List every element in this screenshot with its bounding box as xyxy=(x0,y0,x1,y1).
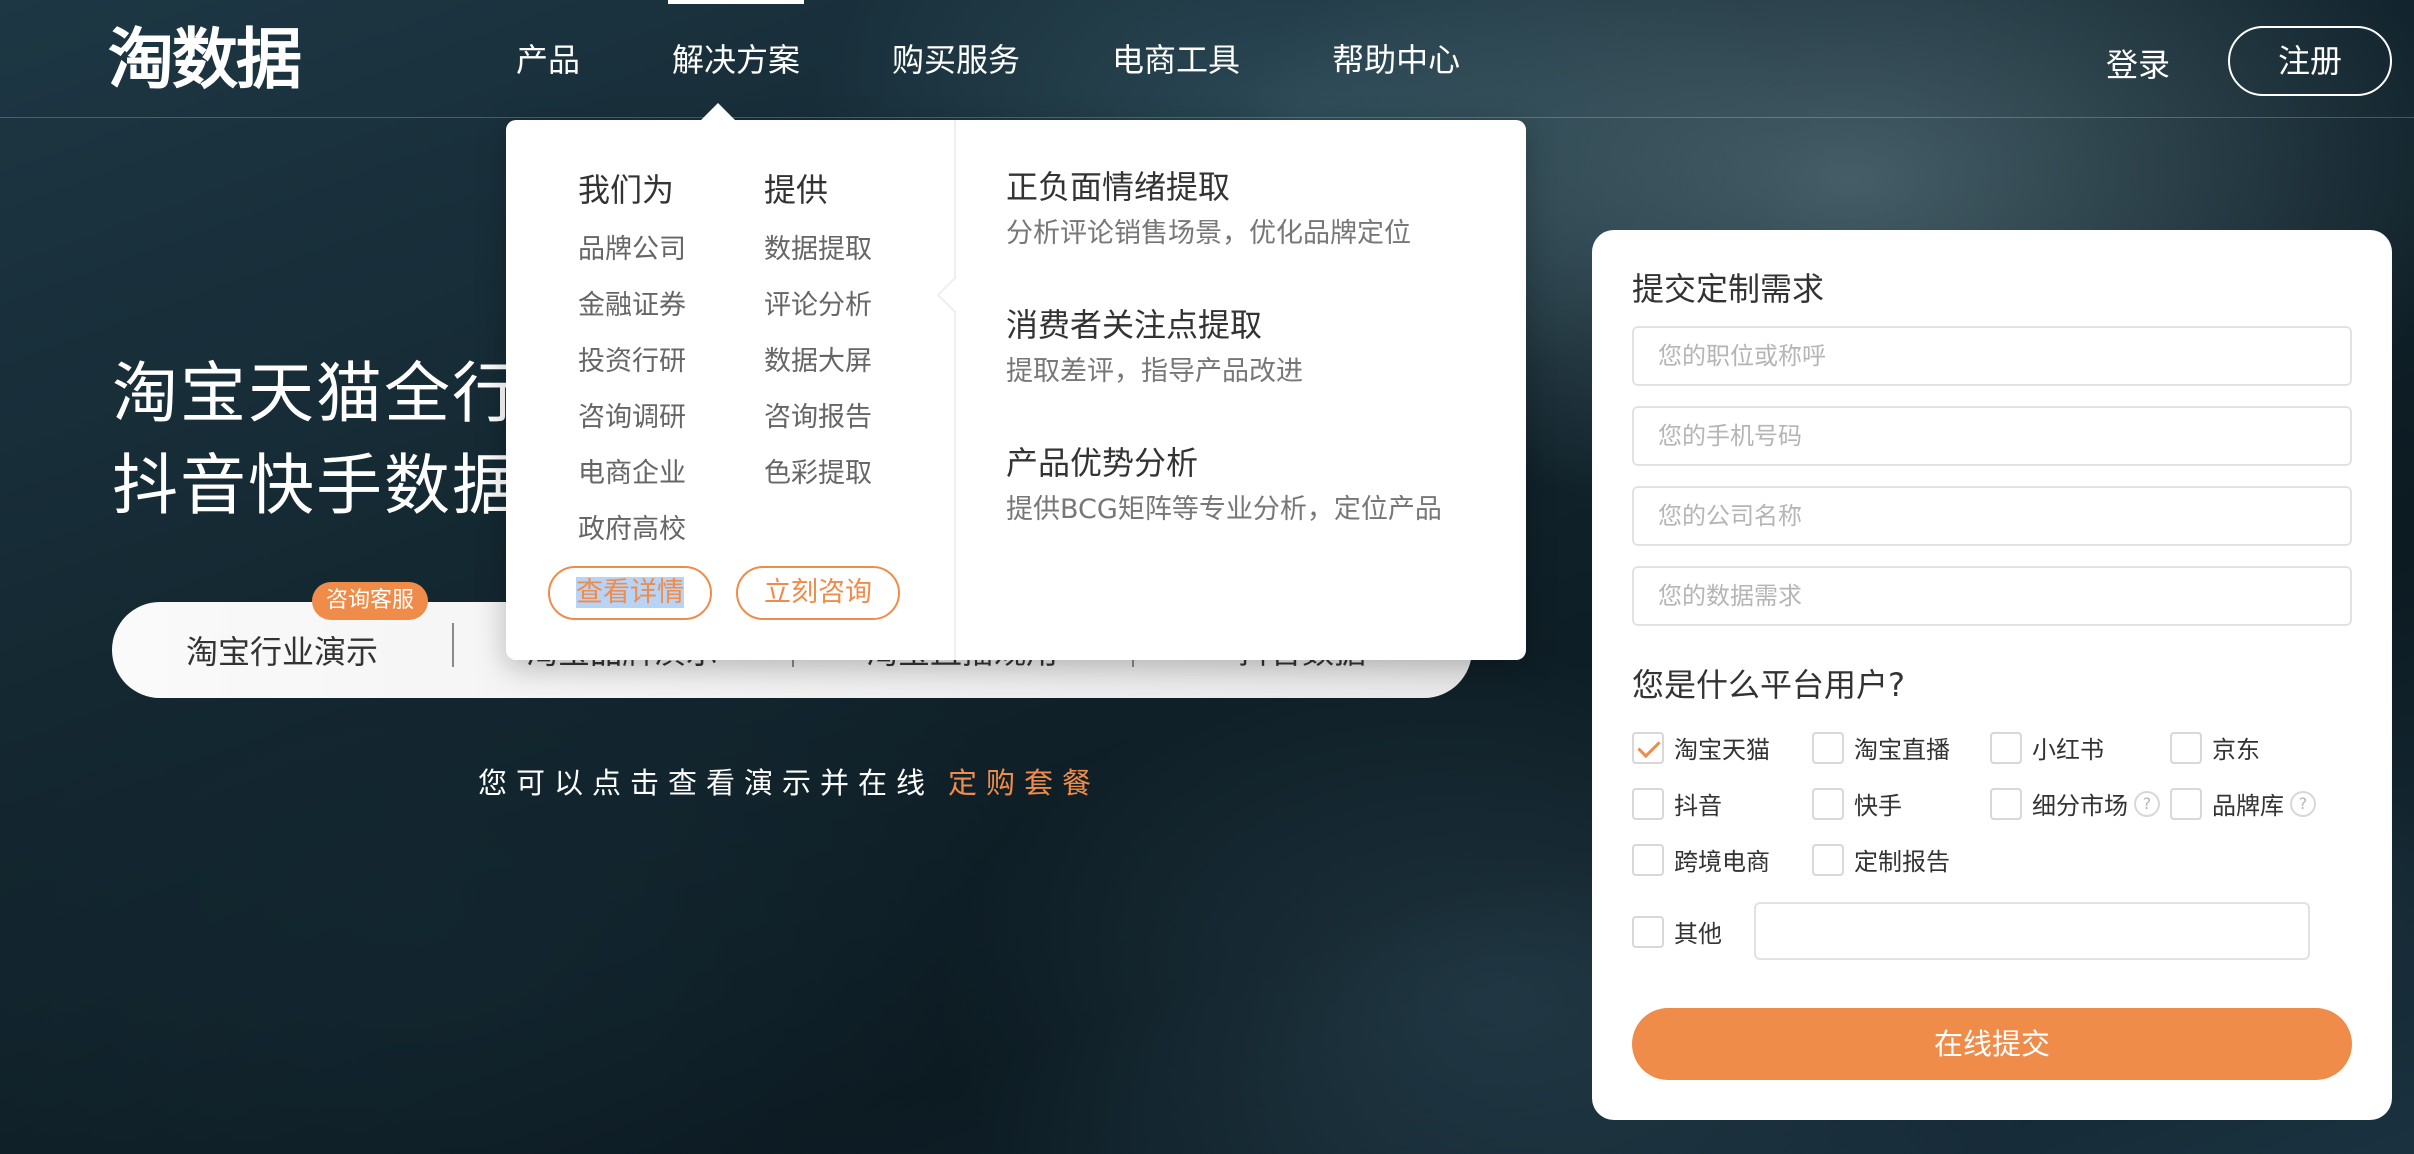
nav-purchase[interactable]: 购买服务 xyxy=(846,0,1066,118)
menu-item-government-university[interactable]: 政府高校 xyxy=(578,502,686,558)
feature-desc: 提取差评，指导产品改进 xyxy=(1006,356,1303,387)
checkbox-box[interactable] xyxy=(1632,843,1664,876)
checkbox-label: 抖音 xyxy=(1674,792,1722,820)
checkbox-label: 京东 xyxy=(2212,736,2260,764)
form-title: 提交定制需求 xyxy=(1632,270,1825,308)
feature-title: 正负面情绪提取 xyxy=(1006,168,1231,206)
feature-title: 产品优势分析 xyxy=(1006,444,1199,482)
login-link[interactable]: 登录 xyxy=(2106,40,2170,86)
menu-item-brand-company[interactable]: 品牌公司 xyxy=(578,222,686,278)
checkbox-label: 跨境电商 xyxy=(1674,848,1770,876)
checkbox-xiaohongshu[interactable]: 小红书 xyxy=(1990,730,2104,765)
checkbox-label: 定制报告 xyxy=(1854,848,1950,876)
checkbox-label: 快手 xyxy=(1854,792,1902,820)
menu-item-data-dashboard[interactable]: 数据大屏 xyxy=(764,334,872,390)
dropdown-right-panel: 正负面情绪提取 分析评论销售场景，优化品牌定位 消费者关注点提取 提取差评，指导… xyxy=(1006,164,1442,578)
dropdown-left-panel: 我们为 品牌公司 金融证券 投资行研 咨询调研 电商企业 政府高校 提供 数据提… xyxy=(506,120,956,660)
top-header: 淘数据 产品 解决方案 购买服务 电商工具 帮助中心 登录 注册 xyxy=(0,0,2414,118)
feature-title: 消费者关注点提取 xyxy=(1006,306,1263,344)
menu-item-consulting[interactable]: 咨询调研 xyxy=(578,390,686,446)
checkbox-box[interactable] xyxy=(1632,787,1664,820)
checkbox-brand-library[interactable]: 品牌库? xyxy=(2170,786,2316,821)
checkbox-box[interactable] xyxy=(1632,915,1664,948)
checkbox-label: 其他 xyxy=(1674,920,1722,948)
checkbox-box[interactable] xyxy=(2170,787,2202,820)
checkbox-kuaishou[interactable]: 快手 xyxy=(1812,786,1902,821)
order-package-link[interactable]: 定购套餐 xyxy=(948,766,1100,800)
for-whom-column: 我们为 品牌公司 金融证券 投资行研 咨询调研 电商企业 政府高校 xyxy=(578,158,686,558)
consult-service-badge[interactable]: 咨询客服 xyxy=(312,582,429,620)
checkbox-box[interactable] xyxy=(1812,787,1844,820)
phone-input[interactable] xyxy=(1632,406,2352,466)
checkbox-taobao-tmall[interactable]: 淘宝天猫 xyxy=(1632,730,1770,765)
view-details-button[interactable]: 查看详情 xyxy=(548,566,712,620)
checkbox-label: 淘宝直播 xyxy=(1854,736,1950,764)
company-input[interactable] xyxy=(1632,486,2352,546)
checkbox-douyin[interactable]: 抖音 xyxy=(1632,786,1722,821)
view-details-label: 查看详情 xyxy=(576,577,684,608)
menu-item-data-extraction[interactable]: 数据提取 xyxy=(764,222,872,278)
dropdown-divider xyxy=(954,120,956,660)
platform-question: 您是什么平台用户? xyxy=(1632,666,1905,704)
feature-item[interactable]: 产品优势分析 提供BCG矩阵等专业分析，定位产品 xyxy=(1006,440,1442,534)
hero-subtitle-text: 您可以点击查看演示并在线 xyxy=(478,766,935,800)
solutions-dropdown: 我们为 品牌公司 金融证券 投资行研 咨询调研 电商企业 政府高校 提供 数据提… xyxy=(506,120,1526,660)
main-nav: 产品 解决方案 购买服务 电商工具 帮助中心 xyxy=(470,0,1506,118)
data-demand-input[interactable] xyxy=(1632,566,2352,626)
checkbox-box[interactable] xyxy=(1632,731,1664,764)
checkbox-custom-report[interactable]: 定制报告 xyxy=(1812,842,1950,877)
feature-desc: 提供BCG矩阵等专业分析，定位产品 xyxy=(1006,494,1442,525)
checkbox-taobao-live[interactable]: 淘宝直播 xyxy=(1812,730,1950,765)
position-input[interactable] xyxy=(1632,326,2352,386)
site-logo[interactable]: 淘数据 xyxy=(108,22,302,98)
register-button[interactable]: 注册 xyxy=(2228,26,2392,96)
checkbox-label: 小红书 xyxy=(2032,736,2104,764)
checkbox-other[interactable]: 其他 xyxy=(1632,914,1722,949)
checkbox-label: 淘宝天猫 xyxy=(1674,736,1770,764)
nav-ecommerce-tools[interactable]: 电商工具 xyxy=(1066,0,1286,118)
help-icon[interactable]: ? xyxy=(2290,790,2316,817)
help-icon[interactable]: ? xyxy=(2134,790,2160,817)
feature-desc: 分析评论销售场景，优化品牌定位 xyxy=(1006,218,1411,249)
other-platform-input[interactable] xyxy=(1754,902,2310,960)
nav-solutions[interactable]: 解决方案 xyxy=(626,0,846,118)
checkbox-label: 品牌库 xyxy=(2212,792,2284,820)
checkbox-box[interactable] xyxy=(1812,843,1844,876)
consult-now-button[interactable]: 立刻咨询 xyxy=(736,566,900,620)
checkbox-jd[interactable]: 京东 xyxy=(2170,730,2260,765)
menu-item-finance[interactable]: 金融证券 xyxy=(578,278,686,334)
nav-products[interactable]: 产品 xyxy=(470,0,626,118)
checkbox-box[interactable] xyxy=(2170,731,2202,764)
custom-demand-form: 提交定制需求 您是什么平台用户? 淘宝天猫 淘宝直播 小红书 京东 抖音 快手 … xyxy=(1592,230,2392,1120)
demo-tab-taobao-industry[interactable]: 淘宝行业演示 xyxy=(112,627,452,673)
checkbox-box[interactable] xyxy=(1812,731,1844,764)
provide-column: 提供 数据提取 评论分析 数据大屏 咨询报告 色彩提取 xyxy=(764,158,872,502)
checkbox-label: 细分市场 xyxy=(2032,792,2128,820)
menu-item-ecommerce-enterprise[interactable]: 电商企业 xyxy=(578,446,686,502)
submit-button[interactable]: 在线提交 xyxy=(1632,1008,2352,1080)
hero-subtitle: 您可以点击查看演示并在线 定购套餐 xyxy=(478,760,1100,802)
menu-item-investment-research[interactable]: 投资行研 xyxy=(578,334,686,390)
feature-item[interactable]: 正负面情绪提取 分析评论销售场景，优化品牌定位 xyxy=(1006,164,1442,258)
menu-item-color-extraction[interactable]: 色彩提取 xyxy=(764,446,872,502)
checkbox-box[interactable] xyxy=(1990,787,2022,820)
checkbox-cross-border[interactable]: 跨境电商 xyxy=(1632,842,1770,877)
checkbox-box[interactable] xyxy=(1990,731,2022,764)
provide-heading: 提供 xyxy=(764,171,829,209)
for-whom-heading: 我们为 xyxy=(578,171,675,209)
checkbox-niche-market[interactable]: 细分市场? xyxy=(1990,786,2160,821)
feature-item[interactable]: 消费者关注点提取 提取差评，指导产品改进 xyxy=(1006,302,1442,396)
menu-item-review-analysis[interactable]: 评论分析 xyxy=(764,278,872,334)
nav-help-center[interactable]: 帮助中心 xyxy=(1286,0,1506,118)
menu-item-consulting-report[interactable]: 咨询报告 xyxy=(764,390,872,446)
